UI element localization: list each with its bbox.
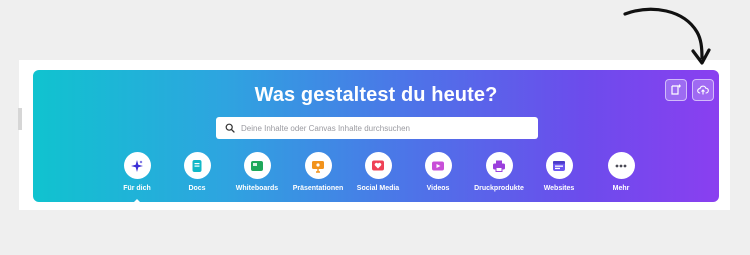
presentation-icon — [312, 160, 324, 173]
nav-circle — [304, 152, 332, 179]
nav-circle — [183, 152, 211, 179]
video-icon — [432, 161, 444, 170]
annotation-arrow-icon — [623, 7, 711, 65]
nav-label: Websites — [543, 185, 575, 192]
nav-label: Druckprodukte — [474, 185, 524, 192]
whiteboard-icon — [251, 160, 263, 171]
nav-circle — [123, 152, 151, 179]
search-icon — [220, 118, 240, 138]
nav-circle — [545, 152, 573, 179]
nav-label: Videos — [426, 185, 450, 192]
category-nav: Für dich Docs Whiteboards Präsentationen… — [33, 152, 719, 202]
more-icon — [615, 164, 627, 167]
nav-label: Social Media — [356, 185, 400, 192]
new-design-button[interactable] — [665, 79, 687, 101]
nav-item-mehr[interactable]: Mehr — [581, 152, 661, 192]
search-input[interactable]: Deine Inhalte oder Canvas Inhalte durchs… — [216, 117, 538, 139]
nav-label: Präsentationen — [292, 185, 344, 192]
nav-label: Für dich — [123, 185, 151, 192]
new-design-icon — [671, 84, 681, 95]
sparkle-icon — [131, 159, 143, 172]
nav-circle — [424, 152, 452, 179]
page-title: Was gestaltest du heute? — [254, 84, 498, 106]
doc-icon — [192, 159, 202, 172]
print-icon — [493, 160, 505, 172]
nav-circle — [607, 152, 635, 179]
nav-circle — [485, 152, 513, 179]
website-icon — [553, 160, 565, 171]
hero-banner: Was gestaltest du heute? Deine Inhalte o… — [33, 70, 719, 202]
active-indicator — [133, 199, 141, 202]
nav-label: Mehr — [612, 185, 630, 192]
nav-label: Docs — [188, 185, 206, 192]
nav-circle — [243, 152, 271, 179]
upload-button[interactable] — [692, 79, 714, 101]
sidebar-edge — [18, 108, 22, 130]
nav-label: Whiteboards — [235, 185, 279, 192]
nav-circle — [364, 152, 392, 179]
heart-icon — [372, 160, 384, 170]
upload-cloud-icon — [697, 85, 709, 95]
search-placeholder: Deine Inhalte oder Canvas Inhalte durchs… — [241, 123, 410, 133]
